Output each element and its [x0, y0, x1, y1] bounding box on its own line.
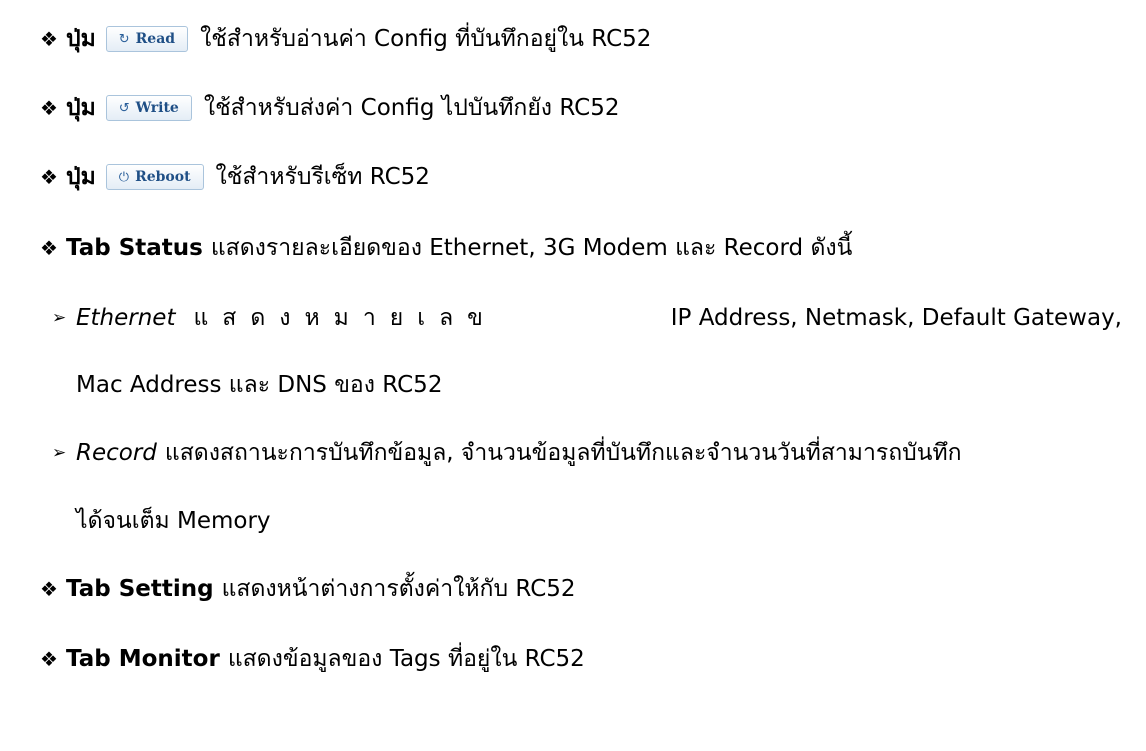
read-button-label: Read	[135, 31, 176, 47]
record-line1-rest: แสดงสถานะการบันทึกข้อมูล, จำนวนข้อมูลที่…	[164, 440, 962, 466]
ethernet-title: Ethernet	[76, 305, 176, 331]
ethernet-line1-rest: IP Address, Netmask, Default Gateway,	[670, 305, 1122, 331]
bullet-icon: ❖	[40, 236, 58, 260]
reboot-button-label: Reboot	[135, 169, 191, 185]
tab-setting-desc: แสดงหน้าต่างการตั้งค่าให้กับ RC52	[221, 576, 576, 602]
power-icon: ⏻	[118, 169, 130, 185]
arrow-bullet-icon: ➢	[52, 307, 67, 328]
record-title: Record	[76, 440, 157, 466]
record-line2-text: ได้จนเต็ม Memory	[76, 508, 271, 534]
bullet-icon: ❖	[40, 96, 58, 120]
tab-monitor-item: ❖ Tab Monitor แสดงข้อมูลของ Tags ที่อยู่…	[40, 641, 585, 677]
button-prefix: ปุ่ม	[66, 164, 96, 190]
record-line2: ได้จนเต็ม Memory	[76, 503, 271, 539]
read-button-item: ❖ ปุ่ม ↻ Read ใช้สำหรับอ่านค่า Config ที…	[40, 21, 651, 57]
reboot-button-desc: ใช้สำหรับรีเซ็ท RC52	[215, 164, 430, 190]
write-button-item: ❖ ปุ่ม ↺ Write ใช้สำหรับส่งค่า Config ไป…	[40, 90, 620, 126]
bullet-icon: ❖	[40, 27, 58, 51]
reboot-button[interactable]: ⏻ Reboot	[105, 164, 204, 190]
tab-setting-item: ❖ Tab Setting แสดงหน้าต่างการตั้งค่าให้ก…	[40, 571, 576, 607]
bullet-icon: ❖	[40, 577, 58, 601]
undo-icon: ↺	[118, 100, 130, 116]
tab-status-desc: แสดงรายละเอียดของ Ethernet, 3G Modem และ…	[210, 235, 853, 261]
read-button[interactable]: ↻ Read	[105, 26, 189, 52]
refresh-icon: ↻	[118, 31, 130, 47]
tab-monitor-desc: แสดงข้อมูลของ Tags ที่อยู่ใน RC52	[227, 646, 585, 672]
tab-status-title: Tab Status	[66, 235, 203, 261]
record-item: ➢ Record แสดงสถานะการบันทึกข้อมูล, จำนวน…	[52, 435, 962, 471]
write-button[interactable]: ↺ Write	[105, 95, 192, 121]
tab-status-item: ❖ Tab Status แสดงรายละเอียดของ Ethernet,…	[40, 230, 852, 266]
button-prefix: ปุ่ม	[66, 95, 96, 121]
tab-monitor-title: Tab Monitor	[66, 646, 220, 672]
tab-setting-title: Tab Setting	[66, 576, 214, 602]
ethernet-line2: Mac Address และ DNS ของ RC52	[76, 367, 442, 403]
write-button-label: Write	[135, 100, 179, 116]
write-button-desc: ใช้สำหรับส่งค่า Config ไปบันทึกยัง RC52	[203, 95, 620, 121]
button-prefix: ปุ่ม	[66, 26, 96, 52]
ethernet-spaced-text: แสดงหมายเลข	[193, 305, 497, 331]
read-button-desc: ใช้สำหรับอ่านค่า Config ที่บันทึกอยู่ใน …	[200, 26, 652, 52]
ethernet-line2-text: Mac Address และ DNS ของ RC52	[76, 372, 443, 398]
reboot-button-item: ❖ ปุ่ม ⏻ Reboot ใช้สำหรับรีเซ็ท RC52	[40, 159, 430, 195]
bullet-icon: ❖	[40, 165, 58, 189]
bullet-icon: ❖	[40, 647, 58, 671]
ethernet-item: ➢ Ethernet แสดงหมายเลข IP Address, Netma…	[52, 300, 1122, 336]
arrow-bullet-icon: ➢	[52, 442, 67, 463]
